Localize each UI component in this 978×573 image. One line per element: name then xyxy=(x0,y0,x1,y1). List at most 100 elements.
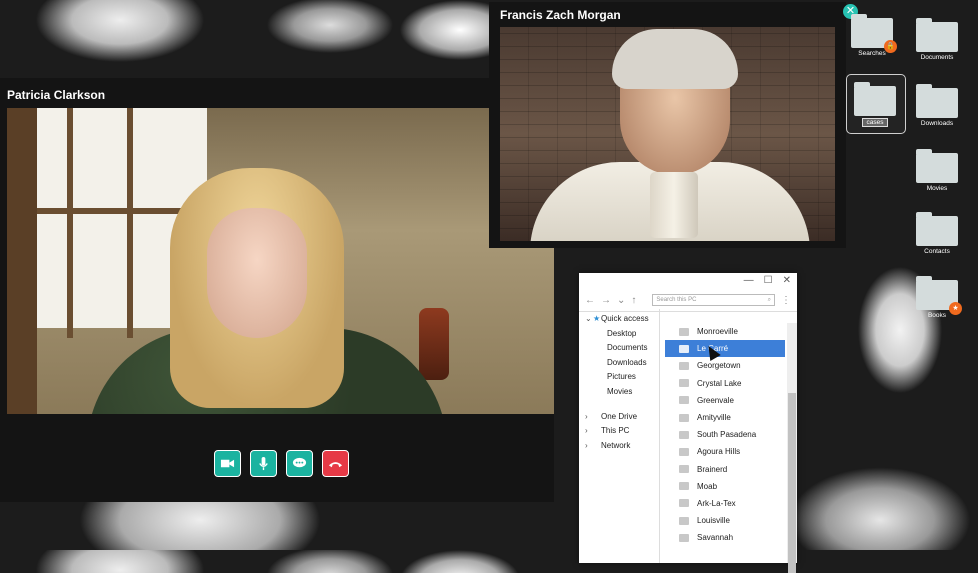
forward-arrow-icon[interactable]: → xyxy=(601,295,611,306)
chevron-right-icon: › xyxy=(585,411,588,421)
folder-icon xyxy=(679,533,689,542)
list-item[interactable]: Louisville xyxy=(665,512,785,529)
title-bar: — ☐ ✕ xyxy=(579,273,797,289)
list-item[interactable]: Ark-La-Tex xyxy=(665,495,785,512)
chevron-right-icon: › xyxy=(585,426,588,436)
sidebar-item-one-drive[interactable]: › One Drive xyxy=(579,410,659,425)
list-item[interactable]: Georgetown xyxy=(665,357,785,374)
folder-icon xyxy=(679,379,689,388)
sidebar-item-label: Documents xyxy=(607,343,648,353)
folder-name: Monroeville xyxy=(697,327,738,337)
caller-name: Patricia Clarkson xyxy=(7,88,106,102)
close-icon[interactable]: ✕ xyxy=(783,275,791,289)
person-hair xyxy=(612,29,738,89)
search-input[interactable]: Search this PC ⌕ xyxy=(652,294,775,306)
desktop-icon-cases[interactable]: cases xyxy=(852,82,898,127)
desktop-icon-label: Contacts xyxy=(924,248,950,255)
sidebar-item-label: Movies xyxy=(607,386,633,396)
vase xyxy=(419,308,449,380)
sidebar-item-label: One Drive xyxy=(601,411,638,421)
sidebar-item-quick-access[interactable]: ⌄ ★ Quick access xyxy=(579,312,659,327)
hang-up-icon xyxy=(328,462,343,468)
list-item[interactable]: South Pasadena xyxy=(665,426,785,443)
back-arrow-icon[interactable]: ← xyxy=(585,295,595,306)
folder-name: Savannah xyxy=(697,533,734,543)
folder-name: Crystal Lake xyxy=(697,378,742,388)
chevron-down-icon: ⌄ xyxy=(585,314,592,323)
sidebar-item-movies[interactable]: Movies xyxy=(579,385,659,400)
chevron-down-icon[interactable]: ⌄ xyxy=(617,295,625,306)
folder-icon xyxy=(679,516,689,525)
folder-icon xyxy=(916,18,958,52)
list-item[interactable]: Brainerd xyxy=(665,461,785,478)
maximize-icon[interactable]: ☐ xyxy=(764,275,773,289)
sidebar-item-label: Network xyxy=(601,440,631,450)
call-window-patricia: Patricia Clarkson xyxy=(0,78,554,502)
folder-icon xyxy=(854,82,896,116)
scrollbar-thumb[interactable] xyxy=(788,393,796,573)
folder-icon xyxy=(679,465,689,474)
end-call-button[interactable] xyxy=(322,450,349,477)
folder-name: Brainerd xyxy=(697,464,728,474)
chat-bubble-icon xyxy=(292,457,307,468)
folder-icon xyxy=(679,430,689,439)
folder-icon xyxy=(679,413,689,422)
folder-icon: 🔒 xyxy=(851,14,897,53)
folder-name: South Pasadena xyxy=(697,430,757,440)
desktop-icon-contacts[interactable]: Contacts xyxy=(914,212,960,255)
video-feed xyxy=(7,108,554,414)
desktop-icon-movies[interactable]: Movies xyxy=(914,149,960,192)
folder-icon xyxy=(916,149,958,183)
list-item[interactable]: Amityville xyxy=(665,409,785,426)
sidebar-item-documents[interactable]: Documents xyxy=(579,341,659,356)
sidebar-item-network[interactable]: › Network xyxy=(579,439,659,454)
window-frame xyxy=(67,108,73,338)
chat-button[interactable] xyxy=(286,450,313,477)
up-arrow-icon[interactable]: ↑ xyxy=(631,295,636,306)
list-item[interactable]: Savannah xyxy=(665,529,785,546)
list-item[interactable]: Crystal Lake xyxy=(665,375,785,392)
call-controls xyxy=(214,450,349,477)
folder-icon xyxy=(916,84,958,118)
sidebar-item-label: Quick access xyxy=(601,314,649,323)
folder-name: Agoura Hills xyxy=(697,447,741,457)
folder-icon xyxy=(679,361,689,370)
sidebar-item-label: Pictures xyxy=(607,372,636,382)
list-item[interactable]: Greenvale xyxy=(665,392,785,409)
star-icon: ★ xyxy=(593,314,601,323)
folder-icon xyxy=(679,344,689,353)
list-item[interactable]: Agoura Hills xyxy=(665,443,785,460)
sidebar-item-pictures[interactable]: Pictures xyxy=(579,370,659,385)
sidebar-item-this-pc[interactable]: › This PC xyxy=(579,424,659,439)
folder-name: Amityville xyxy=(697,413,731,423)
video-feed xyxy=(500,27,835,241)
minimize-icon[interactable]: — xyxy=(744,275,754,289)
folder-icon xyxy=(916,212,958,246)
list-item-selected[interactable]: Le Carré xyxy=(665,340,785,358)
folder-list: Monroeville Le Carré Georgetown Crystal … xyxy=(665,323,785,546)
call-window-francis: Francis Zach Morgan ✕ xyxy=(489,2,858,248)
caller-name: Francis Zach Morgan xyxy=(500,8,621,22)
scrollbar[interactable] xyxy=(787,323,797,573)
folder-name: Georgetown xyxy=(697,361,741,371)
mic-button[interactable] xyxy=(250,450,277,477)
folder-name: Louisville xyxy=(697,516,730,526)
desktop-icon-books[interactable]: ★ Books xyxy=(914,276,962,319)
list-item[interactable]: Monroeville xyxy=(665,323,785,340)
desktop-icon-documents[interactable]: Documents xyxy=(914,18,960,61)
desktop-icon-searches[interactable]: 🔒 Searches xyxy=(849,14,897,57)
sidebar-item-label: This PC xyxy=(601,426,630,436)
folder-name: Ark-La-Tex xyxy=(697,498,736,508)
sidebar-item-desktop[interactable]: Desktop xyxy=(579,327,659,342)
file-explorer: — ☐ ✕ ← → ⌄ ↑ Search this PC ⌕ ⋮ ⌄ ★ Quick… xyxy=(579,273,797,573)
video-camera-icon xyxy=(220,459,235,468)
desktop-icon-downloads[interactable]: Downloads xyxy=(914,84,960,127)
list-item[interactable]: Moab xyxy=(665,478,785,495)
sidebar-item-downloads[interactable]: Downloads xyxy=(579,356,659,371)
video-button[interactable] xyxy=(214,450,241,477)
folder-name: Moab xyxy=(697,481,718,491)
desktop-icon-label: Downloads xyxy=(920,120,954,127)
sidebar-item-label: Desktop xyxy=(607,328,637,338)
more-icon[interactable]: ⋮ xyxy=(781,295,791,306)
star-icon: ★ xyxy=(949,302,962,315)
